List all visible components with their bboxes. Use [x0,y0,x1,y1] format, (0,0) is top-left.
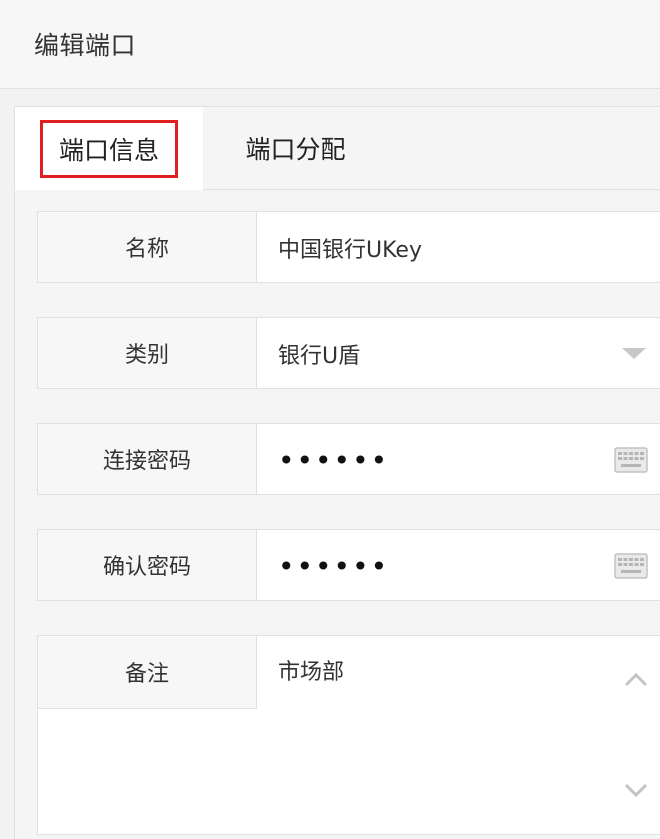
name-input[interactable]: 中国银行UKey [278,212,422,284]
dialog-header: 编辑端口 [0,0,660,89]
connect-password-label: 连接密码 [38,424,257,494]
remark-textarea[interactable]: 市场部 [278,640,344,686]
chevron-up-icon[interactable] [624,672,648,691]
connect-password-input[interactable]: •••••• [278,424,389,496]
connect-password-row: 连接密码 •••••• [37,423,660,495]
category-label: 类别 [38,318,257,388]
tab-port-info[interactable]: 端口信息 [15,107,203,190]
category-row: 类别 银行U盾 [37,317,660,389]
tab-port-assign[interactable]: 端口分配 [203,107,388,189]
confirm-password-label: 确认密码 [38,530,257,600]
confirm-password-row: 确认密码 •••••• [37,529,660,601]
dialog-title: 编辑端口 [34,31,137,60]
category-select[interactable]: 银行U盾 [278,318,360,390]
tab-port-info-label: 端口信息 [39,119,178,178]
form-panel: 端口信息 端口分配 名称 中国银行UKey 类别 银行U盾 连接密码 •••••… [14,106,660,839]
remark-row: 备注 市场部 [37,635,660,835]
name-label: 名称 [38,212,257,282]
confirm-password-input[interactable]: •••••• [278,530,389,602]
chevron-down-icon[interactable] [622,348,646,359]
keyboard-icon[interactable] [614,447,648,477]
keyboard-icon[interactable] [614,553,648,583]
tab-bar: 端口信息 端口分配 [15,107,660,190]
chevron-down-icon[interactable] [624,782,648,801]
remark-label: 备注 [38,636,257,709]
tab-port-assign-label: 端口分配 [245,135,346,164]
name-row: 名称 中国银行UKey [37,211,660,283]
